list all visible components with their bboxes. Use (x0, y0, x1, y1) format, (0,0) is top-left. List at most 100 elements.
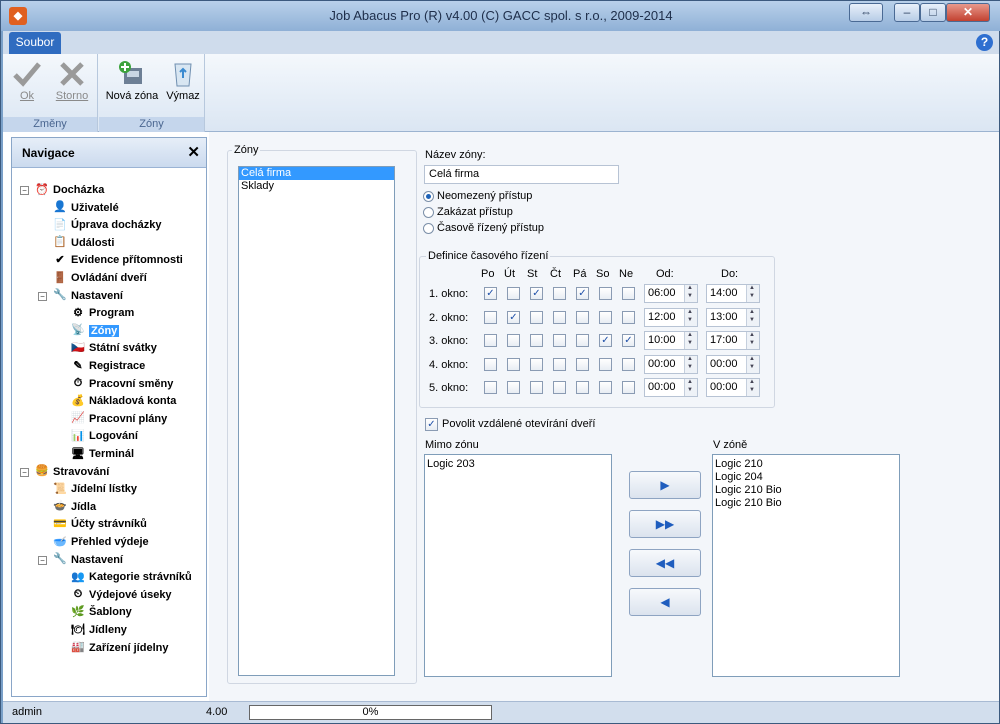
tree-collapse-toggle[interactable]: − (38, 555, 47, 565)
list-item[interactable]: Logic 210 Bio (713, 484, 899, 497)
list-item[interactable]: Logic 203 (425, 458, 611, 471)
from-time-stepper[interactable]: 00:00 (644, 354, 698, 374)
sidebar-item-events[interactable]: 📋 Události (52, 235, 114, 252)
restore-size-icon[interactable]: ⇔ (849, 3, 883, 22)
sidebar-item-terminal[interactable]: 🖥 Terminál (70, 446, 134, 463)
day-checkbox[interactable] (576, 334, 589, 347)
sidebar-item-settings[interactable]: 🔧 Nastavení (52, 288, 123, 305)
spin-arrows-icon[interactable] (746, 355, 759, 373)
day-checkbox[interactable]: ✓ (530, 287, 543, 300)
close-button[interactable]: ✕ (946, 3, 990, 22)
list-item[interactable]: Celá firma (239, 167, 394, 180)
from-time-stepper[interactable]: 12:00 (644, 307, 698, 327)
to-time-stepper[interactable]: 13:00 (706, 307, 760, 327)
to-time-stepper[interactable]: 00:00 (706, 378, 760, 397)
day-checkbox[interactable] (507, 357, 520, 371)
day-checkbox[interactable]: ✓ (599, 334, 612, 347)
day-checkbox[interactable] (599, 381, 612, 394)
tab-soubor[interactable]: Soubor (9, 32, 61, 54)
spin-arrows-icon[interactable] (746, 332, 759, 349)
day-checkbox[interactable] (553, 357, 566, 371)
day-checkbox[interactable] (484, 357, 497, 371)
day-checkbox[interactable] (530, 357, 543, 371)
day-checkbox[interactable] (553, 310, 566, 324)
zone-name-field[interactable]: Celá firma (424, 165, 619, 184)
radio-deny-access[interactable]: Zakázat přístup (423, 205, 513, 220)
sidebar-item-meals[interactable]: 🍲 Jídla (52, 499, 96, 516)
sidebar-item-logging[interactable]: 📊 Logování (70, 428, 138, 445)
spin-arrows-icon[interactable] (746, 285, 759, 302)
day-checkbox[interactable] (599, 357, 612, 371)
to-time-stepper[interactable]: 14:00 (706, 284, 760, 303)
sidebar-item-holidays[interactable]: 🇨🇿 Státní svátky (70, 340, 157, 357)
sidebar-item-canteens[interactable]: 🍽 Jídleny (70, 622, 127, 639)
zones-list[interactable]: Celá firma Sklady (238, 166, 395, 676)
spin-arrows-icon[interactable] (684, 355, 697, 373)
inside-zone-list[interactable]: Logic 210 Logic 204 Logic 210 Bio Logic … (712, 454, 900, 677)
day-checkbox[interactable] (507, 381, 520, 394)
sidebar-item-menus[interactable]: 📜 Jídelní lístky (52, 481, 137, 498)
spin-arrows-icon[interactable] (684, 332, 697, 349)
sidebar-item-program[interactable]: ⚙ Program (70, 305, 134, 322)
list-item[interactable]: Logic 210 Bio (713, 497, 899, 510)
from-time-stepper[interactable]: 10:00 (644, 331, 698, 350)
sidebar-item-cost-accounts[interactable]: 💰 Nákladová konta (70, 393, 176, 410)
close-icon[interactable]: ✕ (187, 138, 200, 168)
minimize-button[interactable]: – (894, 3, 920, 22)
day-checkbox[interactable] (484, 310, 497, 324)
spin-arrows-icon[interactable] (746, 379, 759, 396)
day-checkbox[interactable]: ✓ (507, 310, 520, 324)
spin-arrows-icon[interactable] (684, 285, 697, 302)
sidebar-item-work-plans[interactable]: 📈 Pracovní plány (70, 411, 167, 428)
day-checkbox[interactable] (622, 310, 635, 324)
maximize-button[interactable]: □ (920, 3, 946, 22)
sidebar-item-dispense-overview[interactable]: 🥣 Přehled výdeje (52, 534, 149, 551)
day-checkbox[interactable] (622, 357, 635, 371)
day-checkbox[interactable]: ✓ (622, 334, 635, 347)
day-checkbox[interactable]: ✓ (484, 287, 497, 300)
radio-unlimited-access[interactable]: Neomezený přístup (423, 189, 532, 204)
sidebar-item-canteen-devices[interactable]: 🏭 Zařízení jídelny (70, 640, 168, 657)
day-checkbox[interactable] (507, 334, 520, 347)
from-time-stepper[interactable]: 06:00 (644, 284, 698, 303)
day-checkbox[interactable] (553, 287, 566, 300)
cancel-button[interactable]: Storno (51, 58, 93, 102)
to-time-stepper[interactable]: 00:00 (706, 354, 760, 374)
list-item[interactable]: Logic 210 (713, 458, 899, 471)
day-checkbox[interactable] (599, 287, 612, 300)
day-checkbox[interactable] (622, 381, 635, 394)
day-checkbox[interactable] (576, 357, 589, 371)
outside-zone-list[interactable]: Logic 203 (424, 454, 612, 677)
move-all-right-button[interactable]: ▶▶ (629, 510, 701, 538)
list-item[interactable]: Logic 204 (713, 471, 899, 484)
ok-button[interactable]: Ok (9, 58, 45, 102)
day-checkbox[interactable] (530, 310, 543, 324)
sidebar-item-shifts[interactable]: ⏱ Pracovní směny (70, 376, 174, 393)
day-checkbox[interactable] (530, 334, 543, 347)
to-time-stepper[interactable]: 17:00 (706, 331, 760, 350)
day-checkbox[interactable] (622, 287, 635, 300)
day-checkbox[interactable] (507, 287, 520, 300)
sidebar-item-attendance[interactable]: ⏰ Docházka (34, 182, 104, 199)
day-checkbox[interactable] (553, 334, 566, 347)
spin-arrows-icon[interactable] (684, 379, 697, 396)
day-checkbox[interactable] (530, 381, 543, 394)
sidebar-item-registration[interactable]: ✎ Registrace (70, 358, 145, 375)
day-checkbox[interactable] (553, 381, 566, 394)
sidebar-item-door-control[interactable]: 🚪 Ovládání dveří (52, 270, 147, 287)
remote-open-checkbox[interactable]: ✓ (425, 418, 438, 431)
delete-button[interactable]: Výmaz (163, 58, 203, 102)
sidebar-item-catering-settings[interactable]: 🔧 Nastavení (52, 552, 123, 569)
spin-arrows-icon[interactable] (746, 308, 759, 326)
move-left-button[interactable]: ◀ (629, 588, 701, 616)
day-checkbox[interactable]: ✓ (576, 287, 589, 300)
sidebar-item-presence[interactable]: ✔ Evidence přítomnosti (52, 252, 182, 269)
tree-collapse-toggle[interactable]: − (20, 467, 29, 477)
sidebar-item-templates[interactable]: 🌿 Šablony (70, 604, 132, 621)
day-checkbox[interactable] (576, 310, 589, 324)
move-right-button[interactable]: ▶ (629, 471, 701, 499)
day-checkbox[interactable] (576, 381, 589, 394)
day-checkbox[interactable] (599, 310, 612, 324)
day-checkbox[interactable] (484, 334, 497, 347)
sidebar-item-dispense-periods[interactable]: ⏲ Výdejové úseky (70, 587, 172, 604)
